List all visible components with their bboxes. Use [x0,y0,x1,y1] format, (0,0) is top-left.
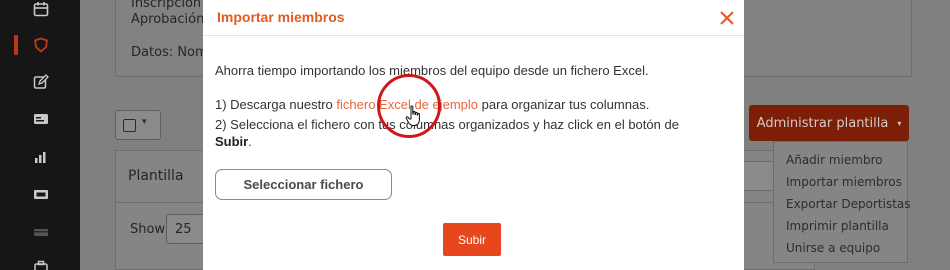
menu-item-import-members[interactable]: Importar miembros [786,175,902,189]
modal-header: Importar miembros [203,0,744,36]
hand-pointer-icon [405,105,423,127]
close-icon[interactable] [718,9,736,27]
checkbox[interactable] [123,119,136,132]
modal-intro-text: Ahorra tiempo importando los miembros de… [215,63,649,78]
caret-down-icon: ▾ [897,118,902,128]
step-1-suffix: para organizar tus columnas. [478,97,650,112]
select-all-checkbox-dropdown[interactable]: ▾ [115,110,161,140]
manage-roster-button[interactable]: Administrar plantilla ▾ [749,105,909,141]
select-file-button[interactable]: Seleccionar fichero [215,169,392,200]
shield-icon[interactable] [31,35,51,55]
calendar-icon[interactable] [31,0,51,19]
sidebar-active-indicator [14,35,18,55]
roster-panel-title: Plantilla [128,168,184,184]
show-entries-value: 25 [175,222,192,237]
edit-icon[interactable] [31,72,51,92]
show-entries-label: Show [130,222,166,237]
menu-item-join-team[interactable]: Unirse a equipo [786,241,880,255]
info-line-aprobacion: Aprobación: [131,12,209,27]
modal-title: Importar miembros [217,9,345,25]
manage-roster-menu: Añadir miembro Importar miembros Exporta… [773,141,911,263]
step-1-prefix: 1) Descarga nuestro [215,97,337,112]
info-line-datos: Datos: Nom [131,45,208,60]
menu-item-export-athletes[interactable]: Exportar Deportistas [786,197,911,211]
menu-item-print-roster[interactable]: Imprimir plantilla [786,219,889,233]
briefcase-icon[interactable] [31,258,51,270]
info-line-inscripcion: Inscripción d [131,0,214,11]
submit-button[interactable]: Subir [443,223,501,256]
ticket-icon[interactable] [31,184,51,204]
step-2-text: 2) Selecciona el fichero con tus columna… [215,117,679,132]
submit-keyword: Subir [215,134,249,149]
import-members-modal: Importar miembros Ahorra tiempo importan… [203,0,744,270]
id-card-icon[interactable] [31,109,51,129]
chevron-down-icon: ▾ [142,117,147,127]
bar-chart-icon[interactable] [31,147,51,167]
step-2-end: . [248,134,252,149]
card-icon[interactable] [31,222,51,242]
step-2-continuation: Subir. [215,134,252,149]
menu-item-add-member[interactable]: Añadir miembro [786,153,883,167]
manage-roster-label: Administrar plantilla [756,115,889,131]
sidebar [0,0,80,270]
